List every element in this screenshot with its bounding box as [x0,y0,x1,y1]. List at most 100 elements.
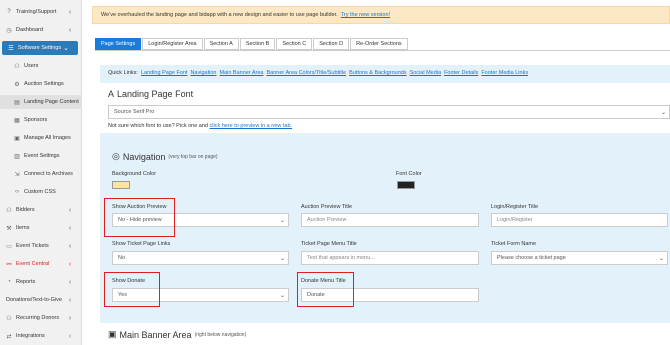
font-color-swatch[interactable] [397,181,415,189]
tab-section-c[interactable]: Section C [276,38,313,50]
ticket-icon: ▭ [6,243,12,250]
try-new-version-link[interactable]: Try the new version! [341,12,390,18]
login-register-title-label: Login/Register Title [491,204,539,210]
font-icon: A [108,89,115,99]
sidebar-item-sponsors[interactable]: ▦ Sponsors [0,113,82,127]
sidebar-item-users[interactable]: ⚇ Users [0,59,82,73]
tab-page-settings[interactable]: Page Settings [95,38,142,50]
chevron-down-icon: ⌄ [279,255,285,262]
main-banner-section: ▣ Main Banner Area (right below navigati… [100,323,670,345]
integrations-icon: ⇄ [6,333,12,340]
preview-font-link[interactable]: click here to preview in a new tab. [210,123,293,129]
quick-link-landing-page-font[interactable]: Landing Page Font [141,70,187,76]
landing-font-section: A Landing Page Font Source Serif Pro ⌄ N… [100,83,670,133]
sidebar-item-integrations[interactable]: ⇄ Integrations ‹ [0,329,82,343]
sidebar-item-label: Recurring Donors [16,315,60,321]
sidebar-item-label: Items [16,225,30,231]
tab-section-b[interactable]: Section B [239,38,276,50]
sidebar-item-label: Event Tickets [16,243,49,249]
ticket-form-name-select[interactable]: Please choose a ticket page ⌄ [491,251,668,265]
quick-link-footer-media-links[interactable]: Footer Media Links [481,70,528,76]
tab-reorder-sections[interactable]: Re-Order Sections [350,38,408,50]
ticket-menu-title-input[interactable]: Text that appears in menu... [301,251,479,265]
main-banner-title: Main Banner Area [119,329,192,340]
quick-link-footer-details[interactable]: Footer Details [444,70,478,76]
sidebar-item-event-central[interactable]: ⚯ Event Central ‹ [0,257,82,271]
sidebar-item-recurring-donors[interactable]: ⚇ Recurring Donors › [0,311,82,325]
sidebar-item-event-tickets[interactable]: ▭ Event Tickets ‹ [0,239,82,253]
announcement-banner: We've overhauled the landing page and bi… [92,6,670,24]
show-ticket-links-select[interactable]: No ⌄ [112,251,289,265]
landing-font-note-text: Not sure which font to use? Pick one and [108,123,208,129]
quick-link-buttons-backgrounds[interactable]: Buttons & Backgrounds [349,70,406,76]
login-register-title-input[interactable]: Login/Register [491,213,668,227]
landing-font-title: Landing Page Font [117,89,194,99]
auction-preview-title-input[interactable]: Auction Preview [301,213,479,227]
sidebar-item-label: Donations/Text-to-Give [6,297,62,303]
bg-color-swatch[interactable] [112,181,130,189]
sidebar-item-landing-page-content[interactable]: ▤ Landing Page Content [0,95,82,109]
quick-link-social-media[interactable]: Social Media [410,70,442,76]
quick-link-main-banner-area[interactable]: Main Banner Area [219,70,263,76]
users-icon: ⚇ [14,63,20,70]
image-icon: ▣ [14,135,20,142]
sidebar-item-connect-to-archives[interactable]: ⇲ Connect to Archives [0,167,82,181]
page-icon: ▤ [14,99,20,106]
landing-font-select[interactable]: Source Serif Pro ⌄ [108,105,670,119]
sidebar-item-manage-all-images[interactable]: ▣ Manage All Images [0,131,82,145]
image-icon: ▣ [108,329,117,339]
ticket-menu-title-placeholder: Text that appears in menu... [307,255,375,261]
settings-icon: ☰ [8,45,14,52]
sidebar: ? Training/Support ‹ ◷ Dashboard ‹ ☰ Sof… [0,0,82,345]
gavel-icon: ⚒ [6,225,12,232]
gear-icon: ⚙ [14,81,20,88]
reports-icon: ◔ [7,279,11,285]
page-settings-panel: Quick Links: Landing Page Font Navigatio… [100,65,670,345]
sidebar-item-label: Bidders [16,207,35,213]
sidebar-item-label: Sponsors [24,117,48,123]
code-icon: ‹› [15,189,19,195]
tab-login-register-area[interactable]: Login/Register Area [142,38,203,50]
sidebar-item-dashboard[interactable]: ◷ Dashboard ‹ [0,23,82,37]
sidebar-item-reports[interactable]: ◔ Reports ‹ [0,275,82,289]
sidebar-item-label: Reports [16,279,36,285]
tab-section-a[interactable]: Section A [203,38,239,50]
chevron-left-icon: ‹ [68,260,72,268]
sidebar-item-event-settings[interactable]: ▥ Event Settings [0,149,82,163]
tab-section-d[interactable]: Section D [313,38,350,50]
font-color-label: Font Color [396,171,422,177]
sidebar-item-donations[interactable]: Donations/Text-to-Give ‹ [0,293,82,307]
sidebar-item-label: Manage All Images [24,135,71,141]
sidebar-item-label: Users [24,63,39,69]
sidebar-item-custom-css[interactable]: ‹› Custom CSS [0,185,82,199]
chevron-left-icon: ‹ [68,296,72,304]
show-ticket-links-label: Show Ticket Page Links [112,241,171,247]
sidebar-item-label: Landing Page Content [24,99,79,105]
sidebar-item-label: Software Settings [18,45,62,51]
sidebar-item-training-support[interactable]: ? Training/Support ‹ [0,5,82,19]
sidebar-item-auction-settings[interactable]: ⚙ Auction Settings [0,77,82,91]
chevron-down-icon: ⌄ [279,217,285,224]
show-ticket-links-value: No [118,255,126,261]
central-icon: ⚯ [6,261,12,268]
sidebar-item-label: Connect to Archives [24,171,73,177]
chevron-down-icon: ⌄ [63,45,69,52]
quick-link-navigation[interactable]: Navigation [190,70,216,76]
sidebar-item-label: Integrations [16,333,45,339]
ticket-form-name-value: Please choose a ticket page [497,255,566,261]
sidebar-item-software-settings[interactable]: ☰ Software Settings ⌄ [2,41,78,55]
sidebar-item-bidders[interactable]: ⚇ Bidders ‹ [0,203,82,217]
chevron-right-icon: › [68,314,72,322]
tabs-divider [95,50,670,51]
chevron-left-icon: ‹ [68,278,72,286]
chevron-down-icon: ⌄ [660,109,666,116]
navigation-title: Navigation [122,151,166,162]
highlight-box [104,198,175,237]
banner-text: We've overhauled the landing page and bi… [101,12,338,18]
sidebar-item-label: Event Settings [24,153,60,159]
ticket-form-name-label: Ticket Form Name [491,241,537,247]
compass-icon: ◎ [112,151,120,161]
quick-link-banner-area-colors[interactable]: Banner Area Colors/Title/Subtitle [266,70,346,76]
sidebar-item-items[interactable]: ⚒ Items ‹ [0,221,82,235]
navigation-heading: ◎ Navigation (very top bar on page) [112,151,218,162]
